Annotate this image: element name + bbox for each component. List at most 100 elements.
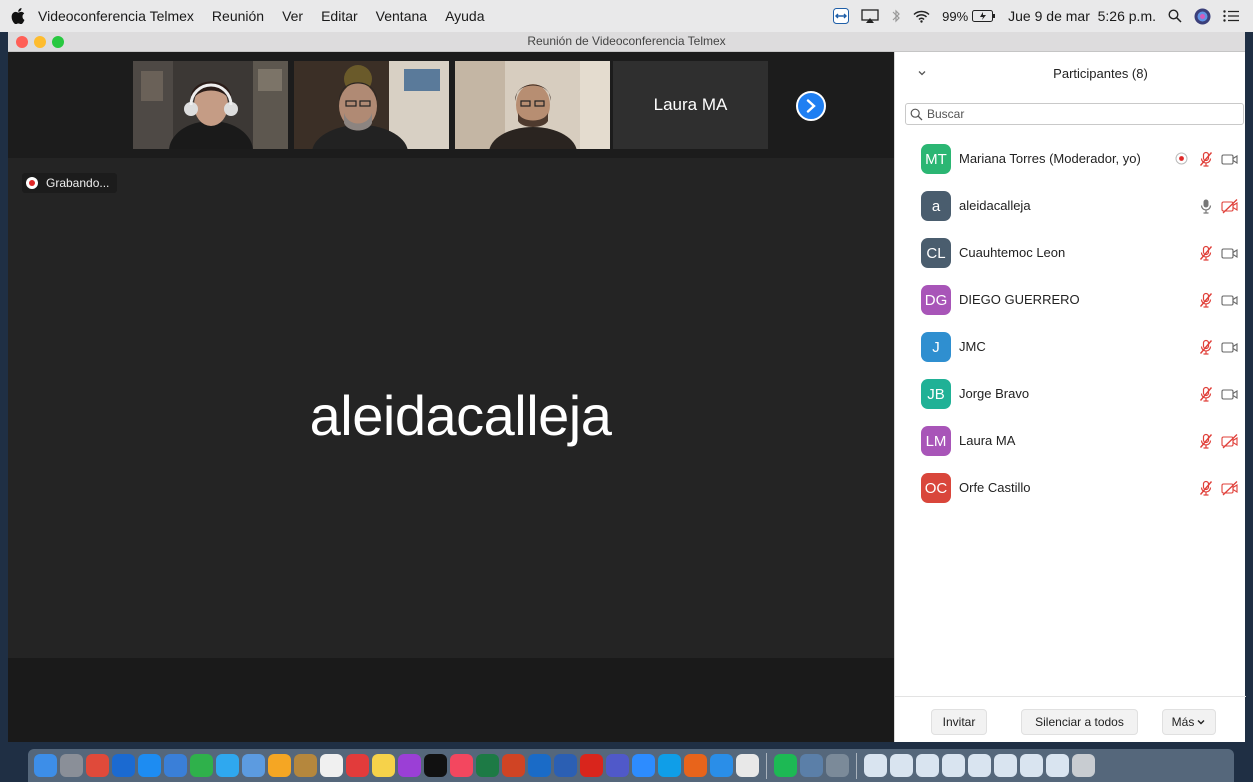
video-camera-icon[interactable] xyxy=(1221,245,1239,261)
video-camera-icon[interactable] xyxy=(1221,386,1239,402)
mute-all-button[interactable]: Silenciar a todos xyxy=(1021,709,1138,735)
menu-editar[interactable]: Editar xyxy=(312,8,367,24)
excel-app-icon[interactable] xyxy=(476,754,499,777)
skype-app-icon[interactable] xyxy=(658,754,681,777)
next-page-button[interactable] xyxy=(796,91,826,121)
invite-button[interactable]: Invitar xyxy=(931,709,987,735)
notification-center-icon[interactable] xyxy=(1223,10,1239,22)
teams-app-icon[interactable] xyxy=(606,754,629,777)
microphone-muted-icon[interactable] xyxy=(1198,480,1214,496)
video-thumbnail[interactable] xyxy=(133,61,288,149)
participant-avatar: OC xyxy=(921,473,951,503)
video-off-icon[interactable] xyxy=(1221,480,1239,496)
participant-row[interactable]: CL Cuauhtemoc Leon xyxy=(895,230,1246,277)
battery-percent: 99% xyxy=(942,8,969,24)
word-app-icon[interactable] xyxy=(554,754,577,777)
apple-tv-app-icon[interactable] xyxy=(424,754,447,777)
powerpoint-app-icon[interactable] xyxy=(502,754,525,777)
minimized-window-thumbnail[interactable] xyxy=(890,754,913,777)
participant-row[interactable]: J JMC xyxy=(895,324,1246,371)
video-camera-icon[interactable] xyxy=(1221,151,1239,167)
video-area: Laura MA Grabando... aleidacalleja xyxy=(8,52,894,742)
more-button[interactable]: Más xyxy=(1162,709,1216,735)
minimized-window-thumbnail[interactable] xyxy=(864,754,887,777)
teamviewer-app-icon[interactable] xyxy=(112,754,135,777)
participants-search[interactable] xyxy=(905,103,1244,125)
recording-indicator[interactable]: Grabando... xyxy=(22,173,118,193)
outlook-app-icon[interactable] xyxy=(528,754,551,777)
utility-app-icon[interactable] xyxy=(800,754,823,777)
microphone-muted-icon[interactable] xyxy=(1198,433,1214,449)
photo-viewer-app-icon[interactable] xyxy=(826,754,849,777)
menu-app-name[interactable]: Videoconferencia Telmex xyxy=(36,8,203,24)
app-store-app-icon[interactable] xyxy=(138,754,161,777)
participant-row[interactable]: LM Laura MA xyxy=(895,418,1246,465)
podcasts-app-icon[interactable] xyxy=(398,754,421,777)
menu-ayuda[interactable]: Ayuda xyxy=(436,8,493,24)
wifi-icon[interactable] xyxy=(913,10,930,23)
video-off-icon[interactable] xyxy=(1221,198,1239,214)
battery-status[interactable]: 99% xyxy=(942,9,996,24)
notes-app-icon[interactable] xyxy=(372,754,395,777)
spotlight-search-icon[interactable] xyxy=(1168,9,1182,23)
window-close-button[interactable] xyxy=(16,36,28,48)
video-thumbnail[interactable] xyxy=(294,61,449,149)
microphone-muted-icon[interactable] xyxy=(1198,245,1214,261)
thumbnail-participant-name: Laura MA xyxy=(653,95,728,114)
firefox-app-icon[interactable] xyxy=(684,754,707,777)
participant-row[interactable]: a aleidacalleja xyxy=(895,183,1246,230)
participant-row[interactable]: DG DIEGO GUERRERO xyxy=(895,277,1246,324)
spotify-app-icon[interactable] xyxy=(774,754,797,777)
apple-menu-icon[interactable] xyxy=(0,8,36,24)
bluetooth-icon[interactable] xyxy=(891,8,901,24)
minimized-window-thumbnail[interactable] xyxy=(916,754,939,777)
trash-icon[interactable] xyxy=(1072,754,1095,777)
participant-row[interactable]: JB Jorge Bravo xyxy=(895,371,1246,418)
finder-app-icon[interactable] xyxy=(34,754,57,777)
window-zoom-button[interactable] xyxy=(52,36,64,48)
window-minimize-button[interactable] xyxy=(34,36,46,48)
microphone-muted-icon[interactable] xyxy=(1198,292,1214,308)
video-thumbnail[interactable] xyxy=(455,61,610,149)
menubar-datetime[interactable]: Jue 9 de mar 5:26 p.m. xyxy=(1008,8,1156,24)
photo-booth-app-icon[interactable] xyxy=(86,754,109,777)
minimized-window-thumbnail[interactable] xyxy=(968,754,991,777)
minimized-window-thumbnail[interactable] xyxy=(1020,754,1043,777)
music-app-icon[interactable] xyxy=(450,754,473,777)
participant-row[interactable]: OC Orfe Castillo xyxy=(895,465,1246,512)
video-camera-icon[interactable] xyxy=(1221,292,1239,308)
minimized-window-thumbnail[interactable] xyxy=(994,754,1017,777)
menubar-status-area: 99% Jue 9 de mar 5:26 p.m. xyxy=(833,0,1239,32)
menu-ventana[interactable]: Ventana xyxy=(367,8,436,24)
microphone-icon[interactable] xyxy=(1198,198,1214,214)
zoom-app-icon[interactable] xyxy=(632,754,655,777)
menu-reunion[interactable]: Reunión xyxy=(203,8,273,24)
video-thumbnail-name-only[interactable]: Laura MA xyxy=(613,61,768,149)
participant-row[interactable]: MT Mariana Torres (Moderador, yo) xyxy=(895,136,1246,183)
preview-app-icon[interactable] xyxy=(242,754,265,777)
teamviewer-icon[interactable] xyxy=(833,8,850,24)
siri-icon[interactable] xyxy=(1194,8,1211,25)
chrome-app-icon[interactable] xyxy=(736,754,759,777)
minimized-window-thumbnail[interactable] xyxy=(942,754,965,777)
notes-book-app-icon[interactable] xyxy=(294,754,317,777)
microphone-muted-icon[interactable] xyxy=(1198,339,1214,355)
airplay-icon[interactable] xyxy=(861,8,879,24)
search-input[interactable] xyxy=(927,107,1227,121)
reminders-app-icon[interactable] xyxy=(346,754,369,777)
safari-alt-app-icon[interactable] xyxy=(164,754,187,777)
menu-ver[interactable]: Ver xyxy=(273,8,312,24)
photos-app-icon[interactable] xyxy=(268,754,291,777)
messages-app-icon[interactable] xyxy=(216,754,239,777)
launchpad-app-icon[interactable] xyxy=(60,754,83,777)
safari-app-icon[interactable] xyxy=(710,754,733,777)
microphone-muted-icon[interactable] xyxy=(1198,151,1214,167)
menu-bar: Videoconferencia Telmex Reunión Ver Edit… xyxy=(0,0,1253,32)
calendar-app-icon[interactable] xyxy=(320,754,343,777)
minimized-window-thumbnail[interactable] xyxy=(1046,754,1069,777)
video-camera-icon[interactable] xyxy=(1221,339,1239,355)
acrobat-app-icon[interactable] xyxy=(580,754,603,777)
video-off-icon[interactable] xyxy=(1221,433,1239,449)
microphone-muted-icon[interactable] xyxy=(1198,386,1214,402)
facetime-app-icon[interactable] xyxy=(190,754,213,777)
